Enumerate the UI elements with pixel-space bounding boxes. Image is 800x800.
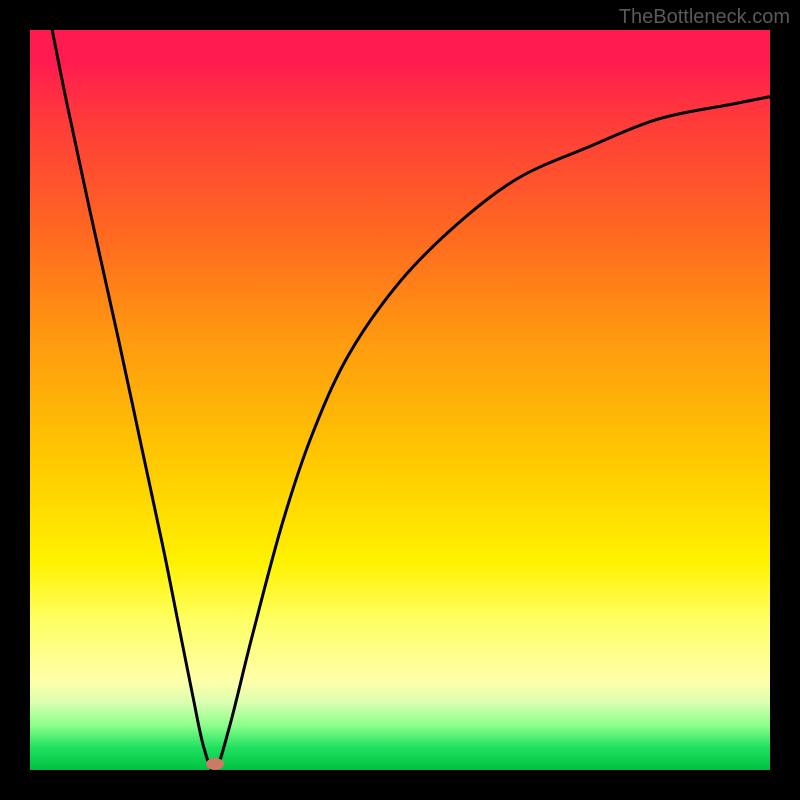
- bottleneck-curve: [30, 30, 770, 770]
- plot-area: [30, 30, 770, 770]
- chart-frame: TheBottleneck.com: [0, 0, 800, 800]
- watermark-text: TheBottleneck.com: [619, 6, 790, 29]
- optimal-point-marker: [206, 758, 224, 770]
